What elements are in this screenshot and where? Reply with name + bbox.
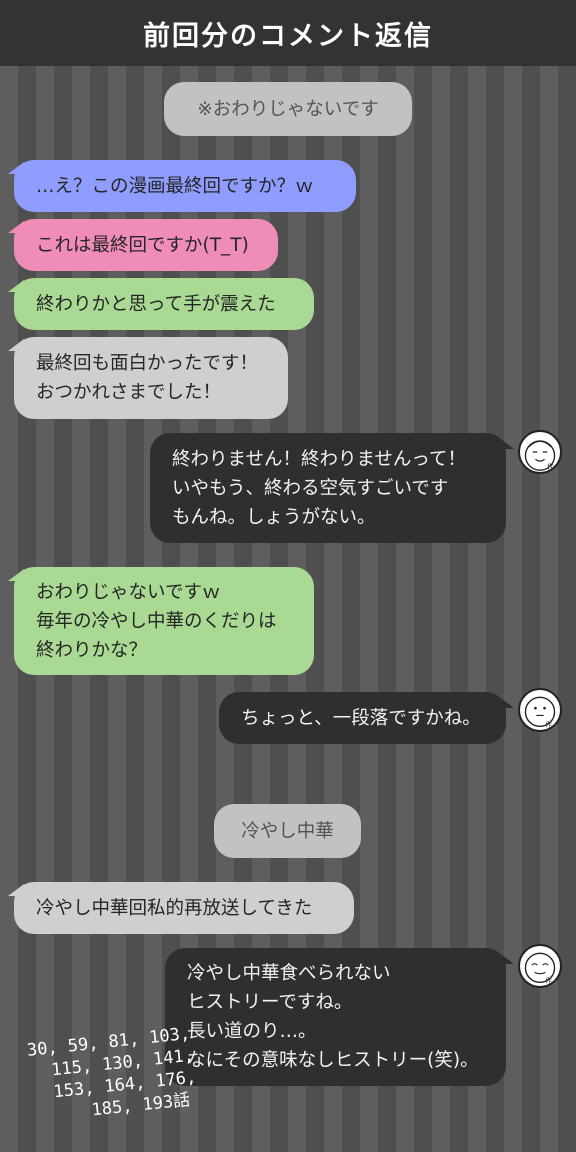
svg-text:作: 作 [547, 461, 554, 470]
author-face-icon: 作 [524, 952, 556, 984]
reader-message-bubble: 最終回も面白かったです！ おつかれさまでした！ [8, 337, 288, 419]
reader-message-bubble: …え？この漫画最終回ですか？ｗ [8, 160, 356, 212]
reader-message-bubble: 終わりかと思って手が震えた [8, 278, 314, 330]
episode-number-note: 30, 59, 81, 103, 115, 130, 141, 153, 164… [26, 1023, 198, 1121]
author-face-icon: 作 [524, 440, 556, 471]
svg-text:作: 作 [545, 975, 552, 984]
reader-message-bubble: おわりじゃないですｗ 毎年の冷やし中華のくだりは 終わりかな？ [8, 567, 314, 675]
author-avatar: 作 [518, 944, 562, 988]
author-avatar: 作 [518, 430, 562, 474]
reader-message-bubble: これは最終回ですか(T_T) [8, 219, 278, 271]
system-message-not-final: ※おわりじゃないです [164, 82, 412, 136]
author-reply-bubble: 冷やし中華食べられない ヒストリーですね。 長い道のり…。 なにその意味なしヒス… [165, 948, 514, 1086]
system-message-topic: 冷やし中華 [214, 804, 361, 858]
reader-message-bubble: 冷やし中華回私的再放送してきた [8, 882, 354, 934]
author-reply-bubble: ちょっと、一段落ですかね。 [219, 692, 514, 744]
author-face-icon: 作 [524, 696, 556, 728]
author-avatar: 作 [518, 688, 562, 732]
author-reply-bubble: 終わりません！終わりませんって！ いやもう、終わる空気すごいです もんね。しょう… [150, 433, 514, 543]
svg-text:作: 作 [545, 719, 552, 728]
page-title: 前回分のコメント返信 [0, 0, 576, 66]
